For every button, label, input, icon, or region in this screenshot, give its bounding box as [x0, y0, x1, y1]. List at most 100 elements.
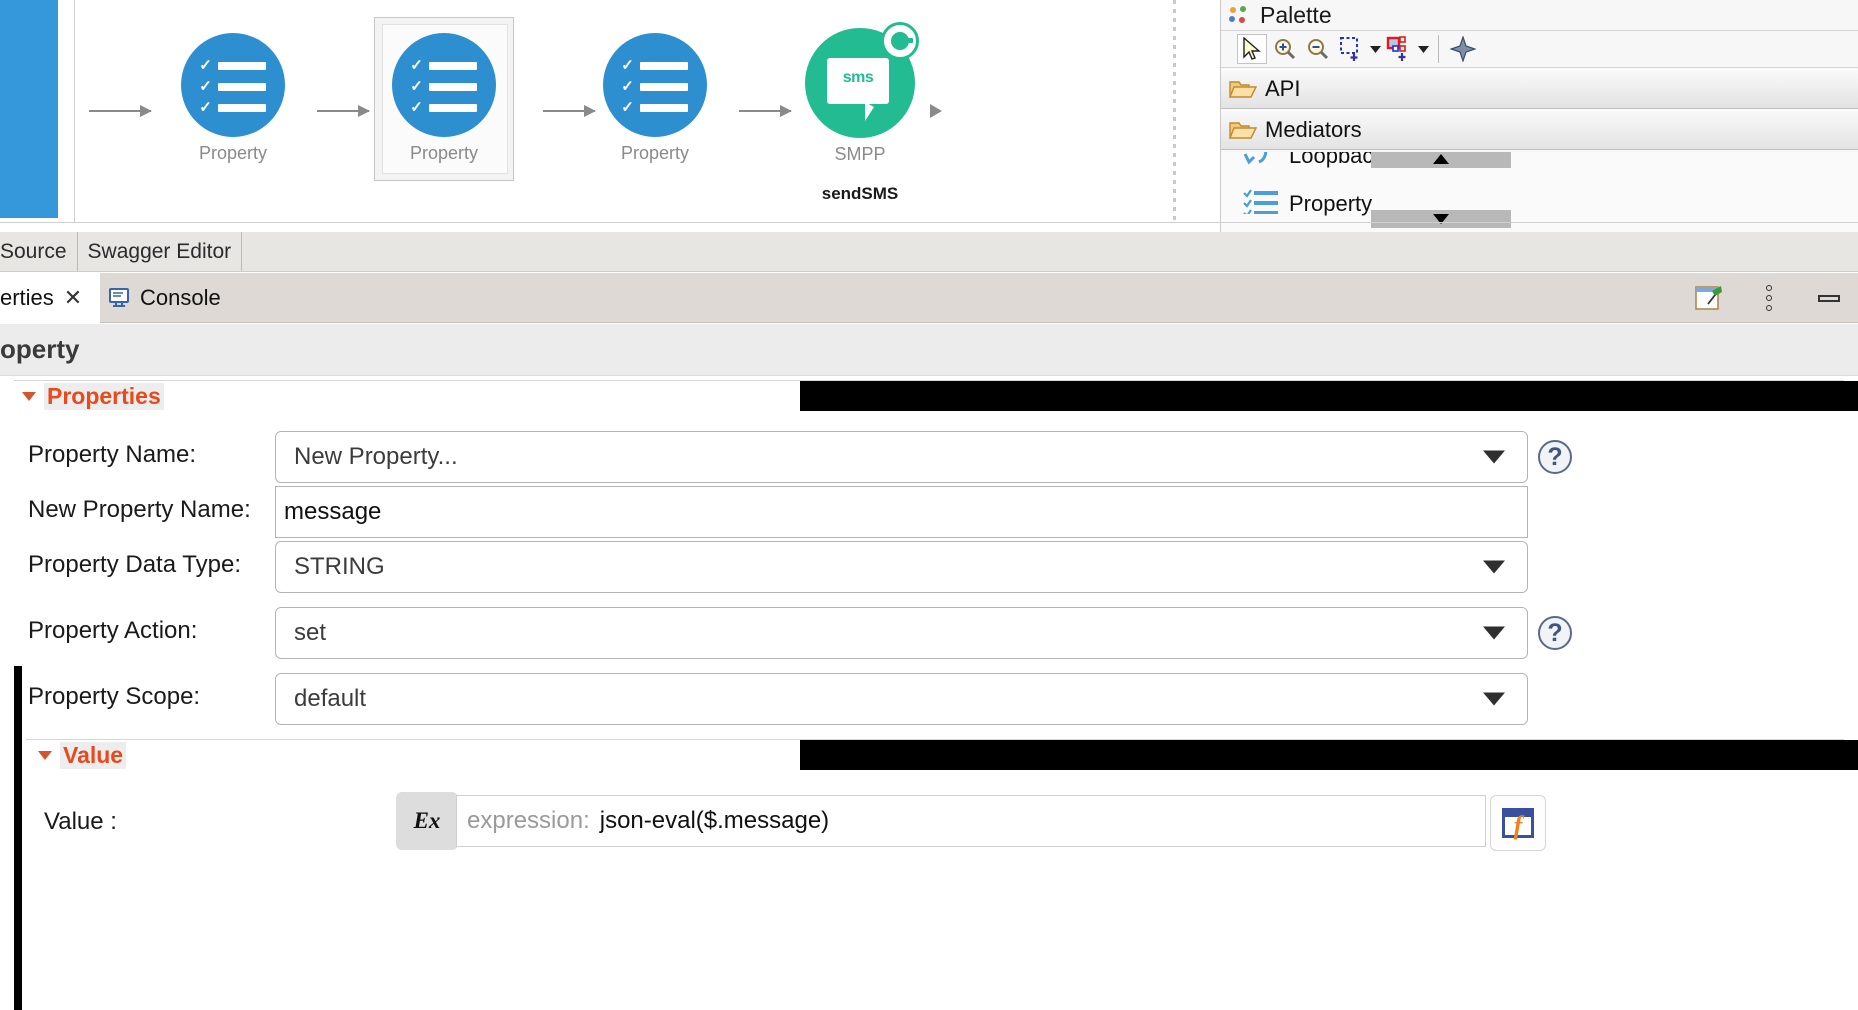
property-action-value: set — [294, 619, 327, 646]
palette-drawer-label: Mediators — [1265, 117, 1362, 142]
palette-icon — [1226, 3, 1252, 27]
flow-end-arrow — [930, 104, 942, 118]
tab-console[interactable]: Console — [108, 273, 221, 323]
minimize-button[interactable] — [1814, 283, 1844, 313]
chevron-down-icon[interactable] — [38, 750, 52, 760]
tab-properties[interactable]: erties ✕ — [0, 273, 100, 323]
value-expression-input[interactable]: expression: json-eval($.message) — [456, 795, 1486, 847]
property-action-combo[interactable]: set — [275, 607, 1528, 659]
property-data-type-value: STRING — [294, 553, 385, 580]
palette-item-label: Property — [1289, 190, 1373, 216]
field-label: Property Action: — [28, 617, 198, 644]
palette-drag-handle[interactable] — [1173, 0, 1176, 222]
palette-item-loopback[interactable]: Loopback — [1221, 152, 1384, 171]
palette-drawer-mediators[interactable]: Mediators — [1221, 110, 1858, 150]
focus-stripe — [14, 666, 22, 752]
expression-prefix-label: expression: — [467, 807, 590, 834]
expression-toggle-button[interactable]: Ex — [396, 792, 458, 850]
console-icon — [108, 287, 130, 309]
connection-tool-icon[interactable] — [1384, 34, 1414, 64]
page-title: operty — [0, 334, 80, 364]
view-toolbar[interactable] — [1694, 273, 1844, 323]
editor-tab-bar[interactable]: Source Swagger Editor — [0, 232, 1858, 272]
property-data-type-combo[interactable]: STRING — [275, 541, 1528, 593]
palette-item-property[interactable]: Property — [1221, 188, 1372, 219]
chevron-down-icon[interactable] — [1483, 692, 1505, 706]
property-mediator-icon — [1243, 188, 1279, 219]
property-scope-combo[interactable]: default — [275, 673, 1528, 725]
flow-node-property-1[interactable]: ✓ ✓ ✓ Property — [181, 33, 285, 164]
view-tab-bar[interactable]: erties ✕ Console — [0, 273, 1858, 323]
help-icon[interactable]: ? — [1538, 440, 1572, 474]
field-label: New Property Name: — [28, 496, 251, 523]
property-name-value: New Property... — [294, 443, 458, 470]
flow-node-sublabel: sendSMS — [821, 184, 899, 203]
function-icon: f — [1502, 808, 1534, 840]
close-icon[interactable]: ✕ — [64, 285, 82, 311]
field-label: Value : — [44, 808, 117, 835]
canvas-left-rail — [0, 0, 58, 218]
select-tool-icon[interactable] — [1237, 34, 1267, 64]
expression-value: json-eval($.message) — [599, 807, 830, 834]
field-row-property-name: Property Name: — [28, 441, 196, 469]
diagram-canvas[interactable]: ✓ ✓ ✓ Property ✓ ✓ ✓ Property ✓ ✓ ✓ Prop… — [0, 0, 1858, 232]
smpp-connector-icon: sms — [805, 22, 919, 138]
tab-swagger-editor[interactable]: Swagger Editor — [78, 232, 243, 271]
flow-node-property-2[interactable]: ✓ ✓ ✓ Property — [392, 33, 496, 164]
flow-node-label: Property — [198, 143, 268, 163]
view-menu-button[interactable] — [1754, 283, 1784, 313]
focus-stripe — [14, 752, 22, 1010]
help-icon[interactable]: ? — [1538, 616, 1572, 650]
palette-toolbar[interactable] — [1221, 30, 1858, 68]
zoom-out-tool-icon[interactable] — [1303, 34, 1333, 64]
plug-badge-icon — [881, 22, 919, 60]
flow-node-label: Property — [620, 143, 690, 163]
palette-panel[interactable]: Palette API Mediators Loopback Property — [1220, 0, 1858, 232]
property-mediator-icon: ✓ ✓ ✓ — [181, 33, 285, 137]
chevron-down-icon[interactable] — [1483, 626, 1505, 640]
properties-form[interactable]: Properties Property Name: New Property..… — [0, 376, 1858, 1010]
properties-header: operty — [0, 324, 1858, 376]
pin-view-button[interactable] — [1694, 283, 1724, 313]
new-property-name-input[interactable]: message — [275, 486, 1528, 538]
tab-source-label: Source — [0, 239, 67, 263]
section-header-value[interactable]: Value — [38, 740, 127, 770]
palette-drawer-api[interactable]: API — [1221, 69, 1858, 109]
field-row-value: Value : — [44, 808, 117, 836]
flow-node-property-3[interactable]: ✓ ✓ ✓ Property — [603, 33, 707, 164]
palette-scroll-up[interactable] — [1371, 152, 1511, 168]
section-black-block — [800, 740, 1858, 770]
zoom-in-tool-icon[interactable] — [1270, 34, 1300, 64]
palette-scroll-down[interactable] — [1371, 210, 1511, 228]
tab-source[interactable]: Source — [0, 232, 78, 271]
connection-dropdown-caret-icon[interactable] — [1417, 37, 1429, 61]
mediation-flow[interactable]: ✓ ✓ ✓ Property ✓ ✓ ✓ Property ✓ ✓ ✓ Prop… — [75, 0, 1170, 222]
flow-arrow — [739, 105, 792, 117]
property-name-combo[interactable]: New Property... — [275, 431, 1528, 483]
marquee-dropdown-caret-icon[interactable] — [1369, 37, 1381, 61]
marquee-tool-icon[interactable] — [1336, 34, 1366, 64]
flow-node-smpp[interactable]: sms SMPP sendSMS — [805, 22, 919, 204]
flow-arrow — [89, 105, 152, 117]
expression-editor-button[interactable]: f — [1490, 795, 1546, 851]
field-row-property-scope: Property Scope: — [28, 683, 200, 711]
field-label: Property Scope: — [28, 683, 201, 710]
property-mediator-icon: ✓ ✓ ✓ — [603, 33, 707, 137]
property-scope-value: default — [294, 685, 367, 712]
flow-node-label: Property — [409, 143, 479, 163]
flow-node-label: SMPP — [834, 144, 886, 164]
section-title: Properties — [44, 382, 164, 410]
chevron-down-icon[interactable] — [1483, 560, 1505, 574]
sms-icon-text: sms — [842, 69, 874, 86]
toolbar-separator — [1438, 35, 1439, 63]
chevron-down-icon[interactable] — [1483, 450, 1505, 464]
chevron-down-icon[interactable] — [22, 391, 36, 401]
arrange-tool-icon[interactable] — [1448, 34, 1478, 64]
section-title: Value — [60, 741, 127, 769]
folder-icon — [1228, 119, 1258, 141]
section-header-properties[interactable]: Properties — [22, 381, 164, 411]
new-property-name-value: message — [284, 498, 382, 525]
tab-properties-label: erties — [0, 285, 54, 310]
palette-item-list[interactable]: Loopback Property — [1221, 152, 1858, 232]
field-label: Property Name: — [28, 441, 197, 468]
